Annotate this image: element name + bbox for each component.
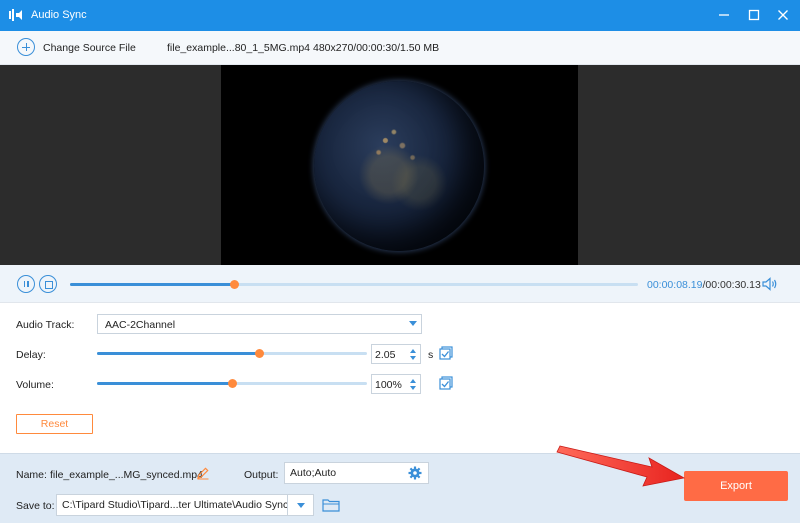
source-file-name: file_example...80_1_5MG.mp4 [167, 42, 310, 54]
current-time: 00:00:08.19 [647, 279, 703, 291]
stop-button[interactable] [39, 275, 57, 293]
delay-slider-fill [97, 352, 259, 355]
maximize-icon [748, 9, 760, 21]
apply-to-all-icon[interactable] [439, 376, 453, 390]
source-bar: Change Source File file_example...80_1_5… [0, 31, 800, 65]
total-time: 00:00:30.13 [705, 279, 761, 291]
add-circle-icon[interactable] [17, 38, 35, 56]
title-bar: Audio Sync [0, 0, 800, 31]
chevron-down-icon [409, 321, 417, 326]
minimize-button[interactable] [714, 6, 734, 24]
delay-stepper[interactable]: 2.05 [371, 344, 421, 364]
audio-track-select[interactable]: AAC-2Channel [97, 314, 422, 334]
audio-track-label: Audio Track: [16, 319, 75, 331]
save-to-label: Save to: [16, 500, 55, 512]
name-label: Name: [16, 469, 47, 481]
delay-decrement-icon[interactable] [410, 356, 416, 360]
source-file-meta: 480x270/00:00:30/1.50 MB [313, 42, 440, 54]
volume-value: 100% [375, 379, 402, 391]
export-button[interactable]: Export [684, 471, 788, 501]
delay-slider-knob[interactable] [254, 349, 264, 358]
delay-unit: s [428, 349, 434, 361]
volume-increment-icon[interactable] [410, 379, 416, 383]
audio-settings-panel: Audio Track: AAC-2Channel Delay: 2.05 s … [0, 303, 800, 453]
output-format-value: Auto;Auto [290, 467, 337, 479]
audio-sync-app-icon [9, 9, 22, 21]
save-path-dropdown-button[interactable] [287, 494, 314, 516]
video-frame[interactable] [221, 65, 578, 265]
playback-bar: 00:00:08.19/00:00:30.13 [0, 265, 800, 303]
output-name-value: file_example_...MG_synced.mp4 [50, 469, 203, 481]
speaker-icon[interactable] [762, 277, 778, 291]
earth-image [314, 81, 484, 251]
maximize-button[interactable] [744, 6, 764, 24]
delay-increment-icon[interactable] [410, 349, 416, 353]
volume-decrement-icon[interactable] [410, 386, 416, 390]
volume-label: Volume: [16, 379, 54, 391]
save-path-box[interactable]: C:\Tipard Studio\Tipard...ter Ultimate\A… [56, 494, 288, 516]
gear-icon[interactable] [408, 466, 422, 480]
close-icon [778, 10, 788, 20]
output-label: Output: [244, 469, 279, 481]
video-preview-area [0, 65, 800, 265]
volume-slider[interactable] [97, 379, 367, 388]
save-path-value: C:\Tipard Studio\Tipard...ter Ultimate\A… [62, 499, 289, 511]
delay-value: 2.05 [375, 349, 396, 361]
export-footer: Name: file_example_...MG_synced.mp4 Outp… [0, 453, 800, 523]
playback-progress-knob[interactable] [230, 280, 240, 289]
minimize-icon [719, 14, 729, 16]
delay-label: Delay: [16, 349, 46, 361]
volume-slider-knob[interactable] [227, 379, 237, 388]
reset-button[interactable]: Reset [16, 414, 93, 434]
time-readout: 00:00:08.19/00:00:30.13 [647, 279, 761, 291]
volume-slider-fill [97, 382, 232, 385]
volume-stepper[interactable]: 100% [371, 374, 421, 394]
output-format-box[interactable]: Auto;Auto [284, 462, 429, 484]
change-source-file-button[interactable]: Change Source File [43, 42, 136, 54]
delay-slider[interactable] [97, 349, 367, 358]
folder-icon[interactable] [322, 498, 340, 512]
close-button[interactable] [773, 6, 793, 24]
audio-track-value: AAC-2Channel [105, 319, 176, 331]
playback-progress-fill [70, 283, 235, 286]
pause-button[interactable] [17, 275, 35, 293]
window-title: Audio Sync [31, 9, 87, 21]
edit-pencil-icon[interactable] [196, 466, 210, 480]
playback-progress-slider[interactable] [70, 280, 638, 289]
apply-to-all-icon[interactable] [439, 346, 453, 360]
